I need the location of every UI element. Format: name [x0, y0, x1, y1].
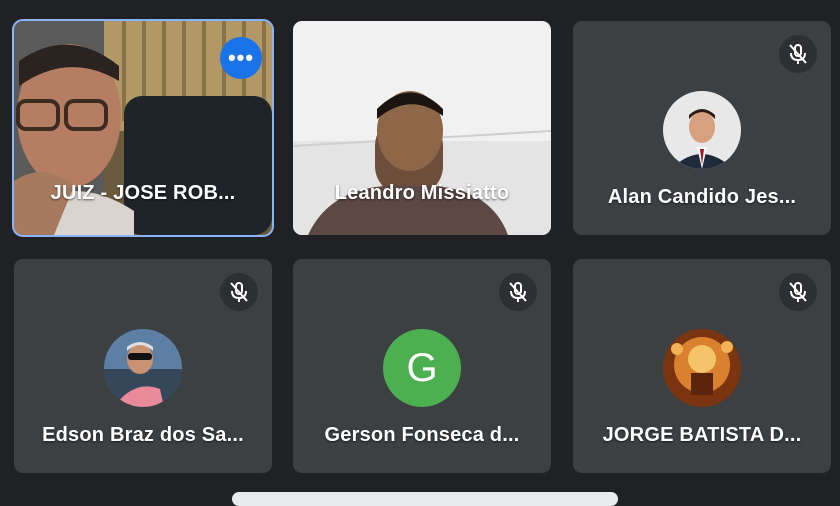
participant-name: Leandro Missiatto — [334, 182, 510, 204]
participant-tile-edson[interactable]: Edson Braz dos Sa... — [14, 259, 272, 473]
avatar-letter: G — [383, 329, 461, 407]
more-options-button[interactable]: ••• — [220, 37, 262, 79]
participant-name: JUIZ - JOSE ROB... — [50, 182, 236, 204]
avatar — [104, 329, 182, 407]
participant-tile-judge[interactable]: ••• JUIZ - JOSE ROB... — [12, 19, 274, 237]
mic-off-icon — [220, 273, 258, 311]
participant-name: Gerson Fonseca d... — [324, 424, 520, 446]
avatar — [663, 91, 741, 169]
bottom-bar — [232, 492, 618, 506]
participant-name: Edson Braz dos Sa... — [42, 424, 244, 446]
mic-off-icon — [499, 273, 537, 311]
mic-off-icon — [779, 35, 817, 73]
avatar — [663, 329, 741, 407]
participant-name: Alan Candido Jes... — [607, 186, 797, 208]
participant-tile-jorge[interactable]: JORGE BATISTA D... — [573, 259, 831, 473]
participant-tile-leandro[interactable]: Leandro Missiatto — [293, 21, 551, 235]
participant-name: JORGE BATISTA D... — [602, 424, 802, 446]
mic-off-icon — [779, 273, 817, 311]
participant-tile-gerson[interactable]: G Gerson Fonseca d... — [293, 259, 551, 473]
participant-tile-alan[interactable]: Alan Candido Jes... — [573, 21, 831, 235]
